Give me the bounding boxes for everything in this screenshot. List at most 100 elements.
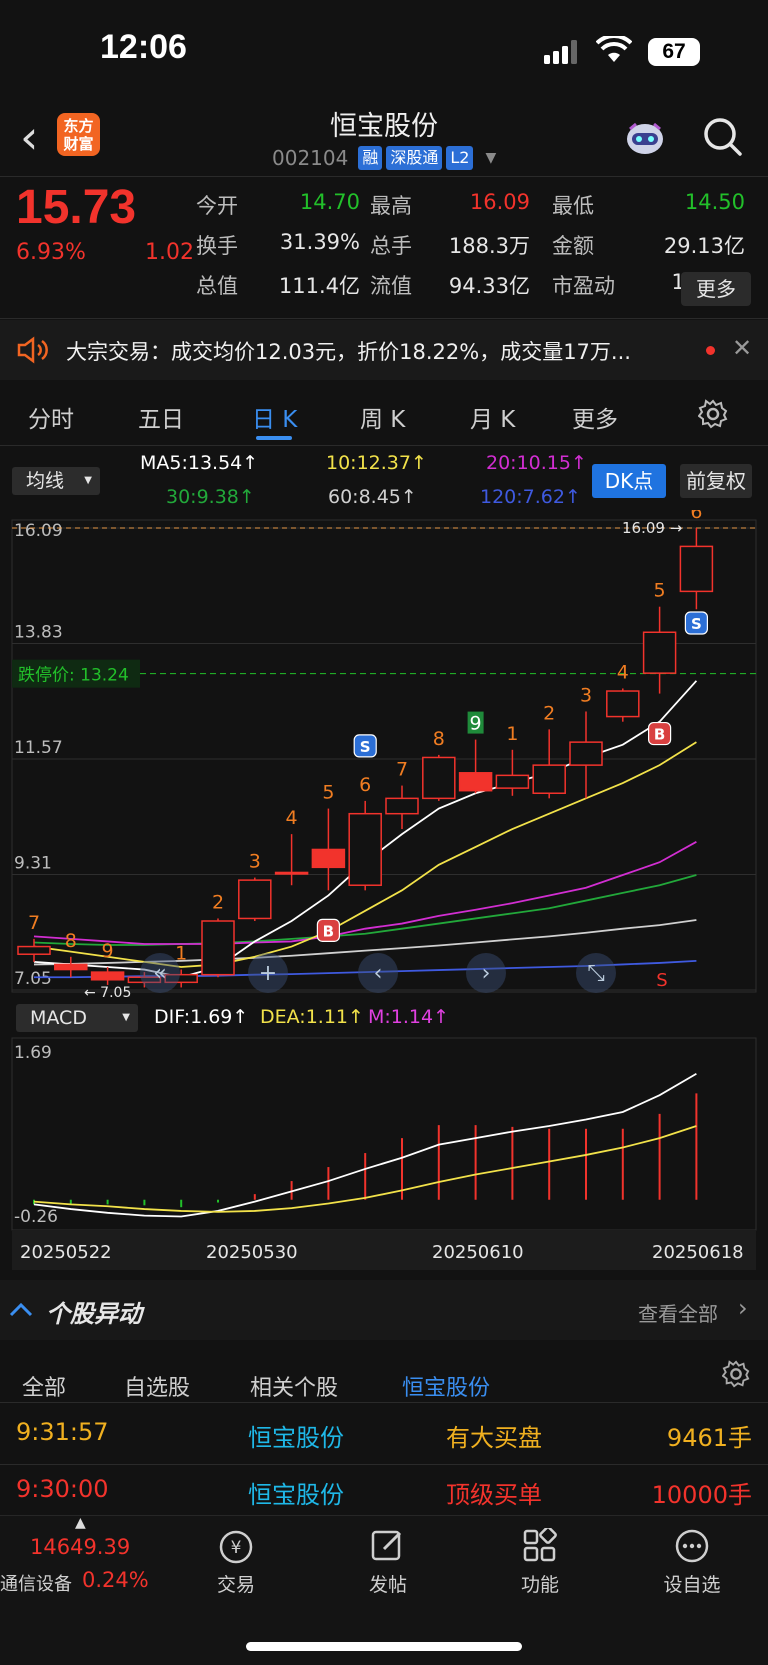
nav-trade[interactable]: 交易 (186, 1570, 286, 1597)
stock-code-row[interactable]: 002104 融 深股通 L2 ▼ (272, 145, 496, 171)
signal-label: S (360, 738, 371, 756)
td-count-label: 9 (470, 713, 482, 735)
quote-label: 总手 (370, 234, 412, 258)
more-quote-button[interactable]: 更多 (681, 272, 751, 306)
status-time: 12:06 (100, 28, 187, 66)
section-tab[interactable]: 恒宝股份 (402, 1370, 490, 1402)
signal-label: S (691, 615, 702, 633)
tabs-divider (0, 445, 768, 446)
tab-period[interactable]: 更多 (572, 400, 618, 434)
nav-post[interactable]: 发帖 (338, 1570, 438, 1597)
tab-period[interactable]: 月 K (470, 400, 515, 434)
td-count-label: 5 (654, 580, 666, 602)
row-divider (0, 1464, 768, 1465)
ma-value: 120:7.62↑ (480, 486, 581, 508)
tab-period[interactable]: 分时 (28, 400, 74, 434)
chart-control-glyph: › (482, 961, 491, 986)
quote-label: 流值 (370, 274, 412, 298)
candle: 4 (274, 807, 309, 886)
index-percent[interactable]: 0.24% (82, 1568, 149, 1592)
tag-l2: L2 (446, 146, 474, 170)
nav-function[interactable]: 功能 (490, 1570, 590, 1597)
tag-margin: 融 (358, 146, 383, 170)
candle: 2 (201, 891, 235, 978)
news-text[interactable]: 大宗交易：成交均价12.03元，折价18.22%，成交量17万... (66, 336, 676, 366)
chart-control-glyph: ⤡ (587, 961, 605, 986)
gear-icon[interactable] (722, 1360, 750, 1388)
section-tab[interactable]: 全部 (22, 1370, 66, 1402)
cellular-signal-icon (544, 40, 577, 64)
td-count-label: 2 (212, 891, 224, 913)
ma-select[interactable]: 均线 ▼ (12, 467, 100, 495)
candle: 5 (642, 580, 677, 694)
view-all-link[interactable]: 查看全部 (638, 1298, 718, 1327)
candle-body (274, 871, 309, 875)
macd-chart[interactable]: 1.69 -0.26 20250522 20250530 20250610 2025061… (0, 1036, 768, 1276)
td-count-label: 5 (322, 782, 334, 804)
dk-point-button[interactable]: DK点 (592, 464, 666, 498)
event-time: 9:30:00 (16, 1475, 109, 1503)
tab-period[interactable]: 五日 (138, 400, 184, 434)
low-marker: ← 7.05 (84, 985, 131, 1001)
chart-frame (11, 519, 757, 993)
td-count-label: 7 (396, 759, 408, 781)
candle: 4 (606, 661, 640, 722)
svg-text:¥: ¥ (231, 1538, 242, 1558)
quote-value: 29.13亿 (663, 234, 745, 258)
quote-value: 16.09 (469, 190, 530, 214)
close-icon[interactable]: ✕ (732, 334, 752, 362)
chevron-down-icon: ▼ (122, 1012, 130, 1023)
post-icon[interactable] (370, 1527, 406, 1563)
chevron-up-icon[interactable] (8, 1300, 34, 1318)
wifi-icon (596, 36, 632, 62)
quote-value: 94.33亿 (448, 274, 530, 298)
quote-value: 31.39% (279, 230, 360, 254)
macd-select-label: MACD (30, 1007, 87, 1029)
index-name[interactable]: 通信设备 (0, 1570, 72, 1596)
candle-body (311, 848, 346, 869)
sell-marker: S (656, 970, 667, 991)
event-stock-name[interactable]: 恒宝股份 (248, 1475, 344, 1510)
candle: 2 (532, 702, 566, 799)
unread-dot (706, 346, 715, 355)
tab-period[interactable]: 周 K (360, 400, 405, 434)
trade-icon[interactable]: ¥ (217, 1528, 255, 1566)
candle: 8 (422, 728, 456, 801)
td-count-label: 3 (580, 684, 592, 706)
event-volume: 10000手 (651, 1481, 752, 1509)
settings-gear-icon[interactable] (698, 399, 728, 429)
section-tab[interactable]: 相关个股 (250, 1370, 338, 1402)
active-tab-indicator (256, 436, 292, 440)
stock-alert-title: 个股异动 (46, 1300, 142, 1328)
search-icon[interactable] (700, 114, 746, 160)
candle-body (532, 764, 566, 794)
candlestick-chart[interactable]: 16.09 13.83 11.57 9.31 7.05 跌停价: 13.24 7 8 9 1 2 3 4… (0, 510, 768, 1005)
chevron-right-icon[interactable]: › (738, 1294, 748, 1322)
macd-select[interactable]: MACD ▼ (16, 1004, 138, 1032)
robot-assistant-icon[interactable] (622, 115, 668, 161)
candle-body (201, 920, 235, 976)
index-value[interactable]: 14649.39 (30, 1535, 130, 1559)
tab-period[interactable]: 日 K (252, 400, 297, 434)
function-grid-icon[interactable] (522, 1528, 558, 1564)
nav-add-watchlist[interactable]: 设自选 (642, 1570, 742, 1597)
y-tick-label: 7.05 (14, 969, 52, 989)
candle-body (495, 774, 530, 789)
quote-label: 最高 (370, 194, 412, 218)
y-tick-label: 9.31 (14, 854, 52, 874)
quote-label: 总值 (196, 274, 238, 298)
event-type: 顶级买单 (446, 1481, 542, 1509)
candle-body (385, 797, 419, 815)
caret-up-icon: ▲ (75, 1515, 86, 1531)
macd-frame (11, 1037, 757, 1231)
quote-value: 14.70 (299, 190, 360, 214)
event-volume: 9461手 (666, 1424, 752, 1452)
y-tick-label: 11.57 (14, 738, 63, 758)
adjust-mode-button[interactable]: 前复权 (680, 464, 752, 498)
more-dots-icon[interactable] (673, 1527, 711, 1565)
date-tick-label: 20250522 (20, 1242, 112, 1263)
battery-indicator: 67 (648, 38, 700, 66)
section-tab[interactable]: 自选股 (124, 1370, 190, 1402)
event-stock-name[interactable]: 恒宝股份 (248, 1418, 344, 1453)
candle: 7 (385, 759, 419, 830)
